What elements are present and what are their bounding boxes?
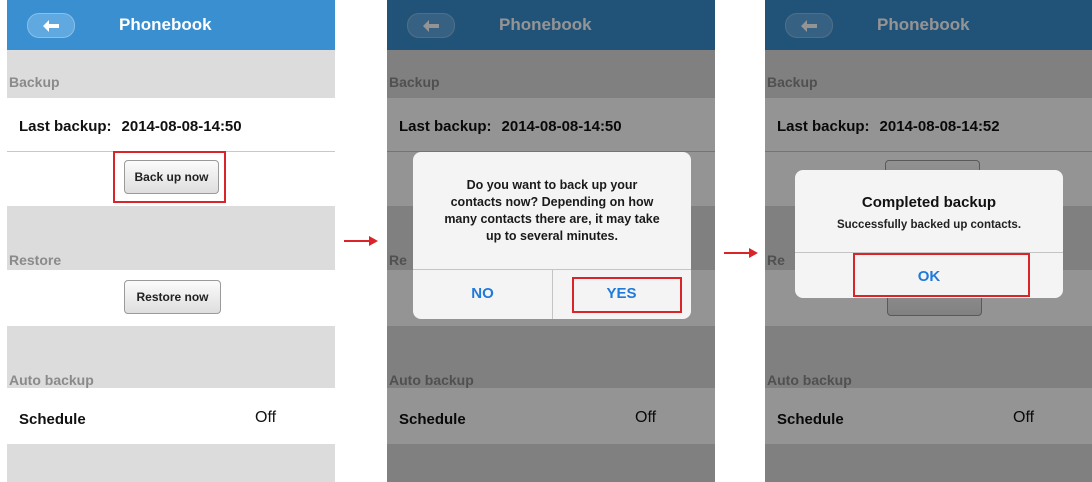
backup-section-header: Backup — [7, 50, 335, 98]
last-backup-row: Last backup: 2014-08-08-14:50 — [19, 118, 242, 135]
dialog-message-line: up to several minutes. — [486, 229, 618, 243]
last-backup-label: Last backup: — [19, 118, 112, 135]
dialog-message-line: contacts now? Depending on how — [450, 195, 654, 209]
right-arrow-icon — [344, 236, 378, 246]
right-arrow-icon — [724, 248, 758, 258]
auto-backup-section-header: Auto backup — [7, 326, 335, 388]
left-arrow-icon — [43, 19, 59, 32]
highlight-box — [853, 253, 1030, 297]
no-button[interactable]: NO — [413, 285, 552, 302]
dialog-title: Completed backup — [861, 194, 997, 211]
highlight-box — [572, 277, 682, 313]
auto-backup-section-label: Auto backup — [9, 372, 94, 388]
restore-section-label: Restore — [9, 252, 62, 268]
backup-section-label: Backup — [9, 74, 60, 90]
highlight-box — [113, 151, 226, 203]
restore-now-button[interactable]: Restore now — [124, 280, 221, 314]
restore-section-header: Restore — [7, 206, 335, 270]
last-backup-value: 2014-08-08-14:50 — [121, 118, 242, 135]
bottom-band — [7, 444, 335, 482]
phonebook-screen-completed: Phonebook Backup Last backup: 2014-08-08-… — [765, 0, 1092, 482]
page-title: Phonebook — [119, 15, 212, 34]
header-bar: Phonebook — [7, 0, 335, 50]
schedule-value[interactable]: Off — [255, 409, 276, 427]
phonebook-screen-initial: Phonebook Backup Last backup: 2014-08-08-… — [7, 0, 335, 482]
back-button[interactable] — [27, 13, 75, 38]
dialog-message: Successfully backed up contacts. — [836, 219, 1022, 231]
schedule-label[interactable]: Schedule — [19, 411, 86, 428]
dialog-message-line: Do you want to back up your — [466, 178, 638, 192]
dialog-message-line: many contacts there are, it may take — [444, 212, 660, 226]
phonebook-screen-confirm: Phonebook Backup Last backup: 2014-08-08-… — [387, 0, 715, 482]
